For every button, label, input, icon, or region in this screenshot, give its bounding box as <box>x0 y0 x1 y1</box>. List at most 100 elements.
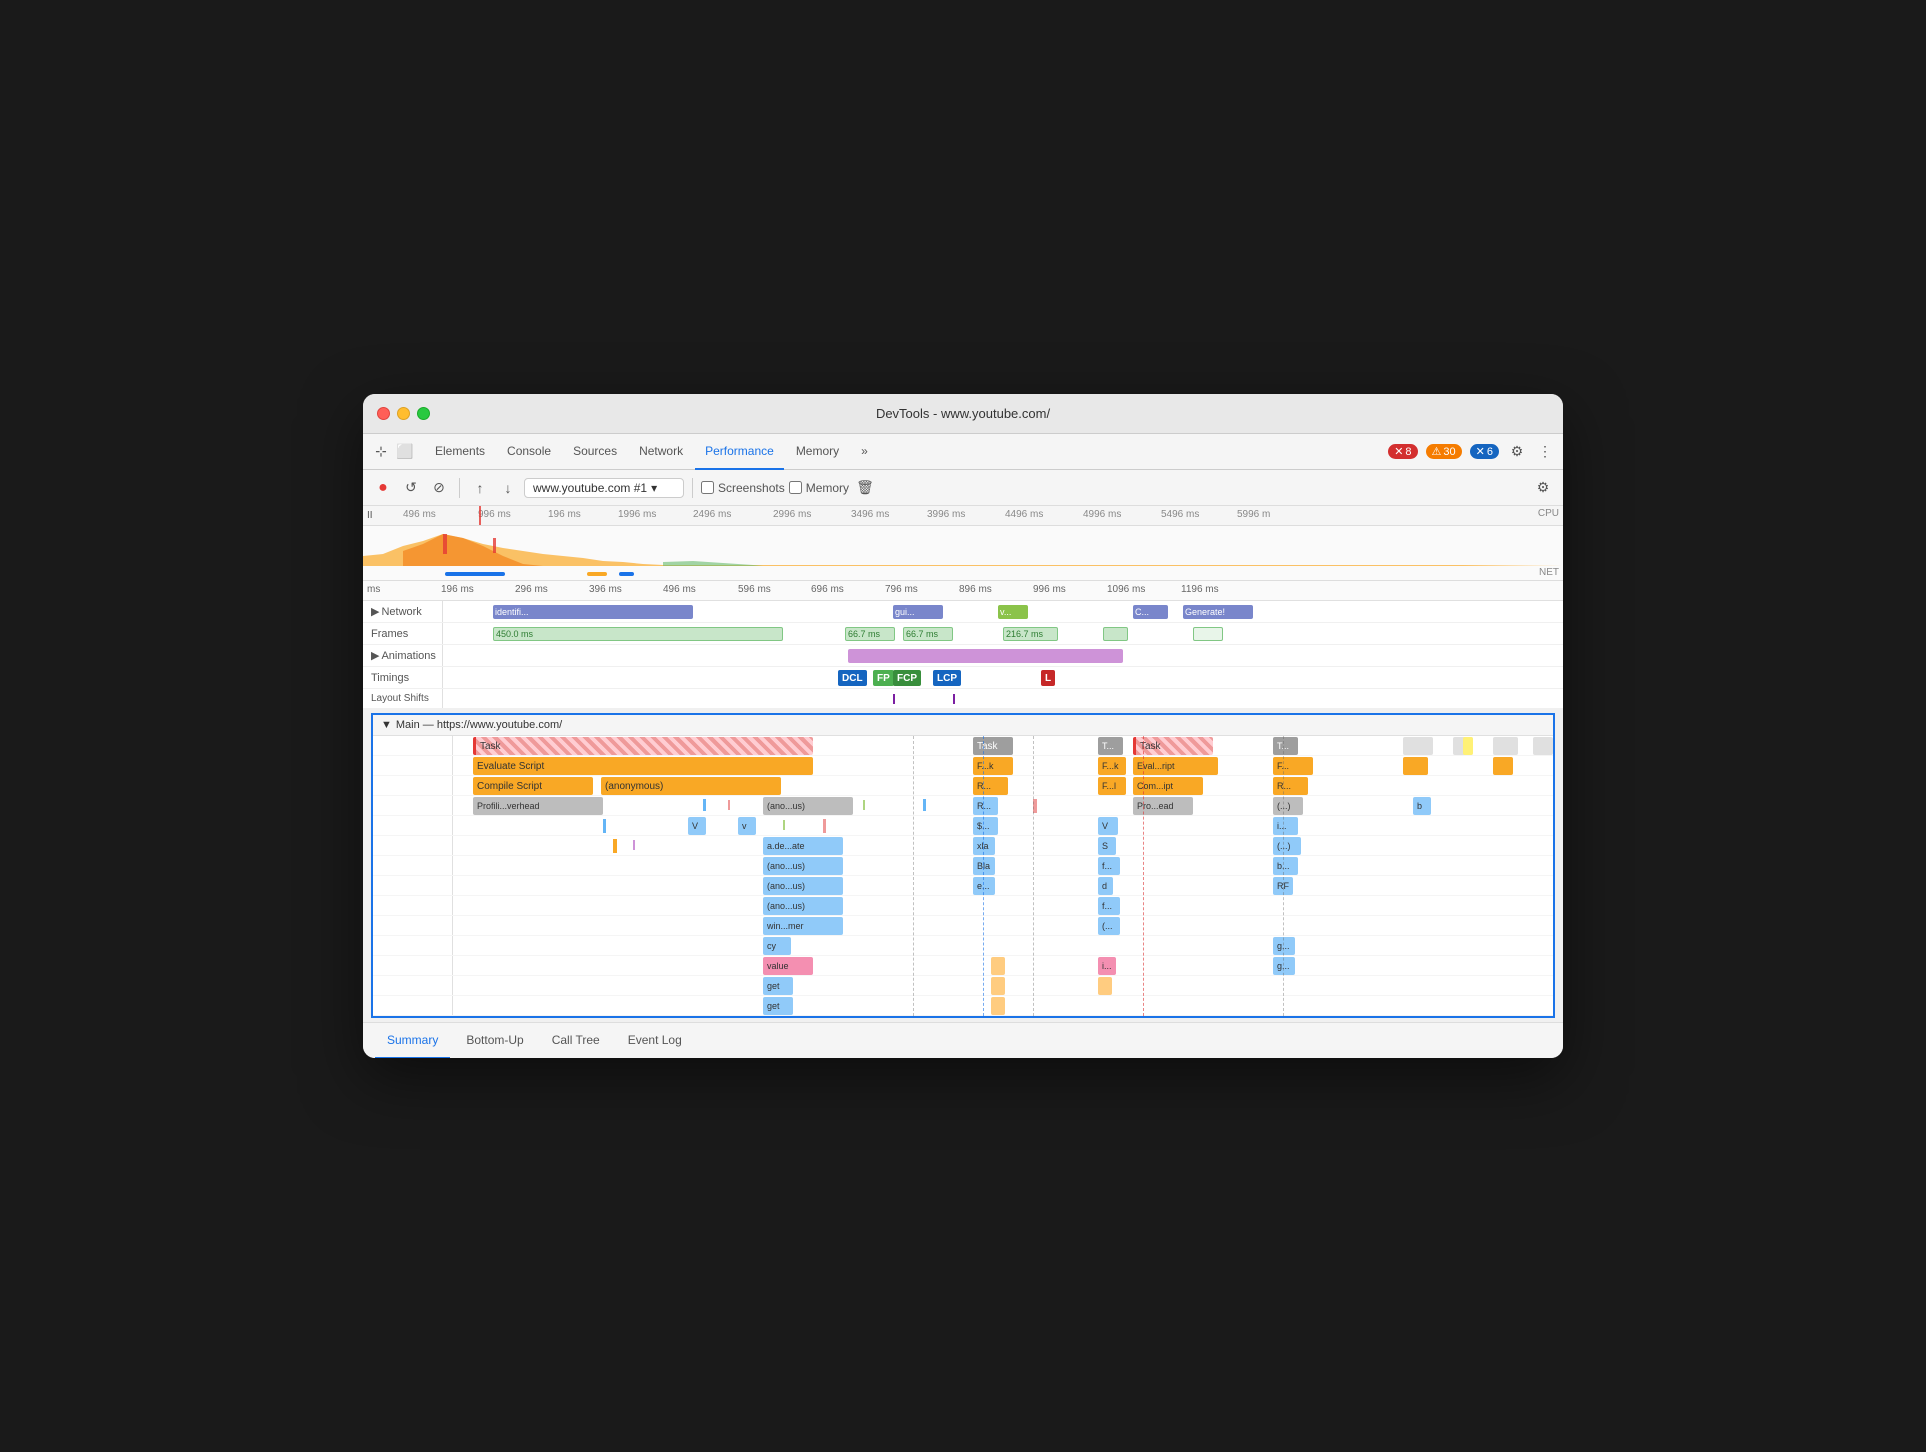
tab-more[interactable]: » <box>851 434 878 470</box>
orange-3[interactable] <box>1098 977 1112 995</box>
get-2[interactable]: get <box>763 997 793 1015</box>
screenshots-checkbox-label[interactable]: Screenshots <box>701 481 785 495</box>
inspect-icon[interactable]: ⊹ <box>371 442 391 462</box>
profiling-r[interactable]: R... <box>973 797 998 815</box>
tab-console[interactable]: Console <box>497 434 561 470</box>
memory-checkbox[interactable] <box>789 481 802 494</box>
openparen[interactable]: (... <box>1098 917 1120 935</box>
tab-event-log[interactable]: Event Log <box>616 1023 694 1059</box>
minimize-button[interactable] <box>397 407 410 420</box>
d-block[interactable]: d <box>1098 877 1113 895</box>
task-2[interactable]: Task <box>973 737 1013 755</box>
net-bar-v[interactable]: v... <box>998 605 1028 619</box>
value[interactable]: value <box>763 957 813 975</box>
anous-1[interactable]: (ano...us) <box>763 797 853 815</box>
anous-4[interactable]: (ano...us) <box>763 897 843 915</box>
tab-bottom-up[interactable]: Bottom-Up <box>454 1023 535 1059</box>
task-T2[interactable]: T... <box>1273 737 1298 755</box>
orange-2[interactable] <box>991 977 1005 995</box>
compile-r[interactable]: R... <box>973 777 1008 795</box>
compile-fl[interactable]: F...l <box>1098 777 1126 795</box>
v-cap-2[interactable]: V <box>1098 817 1118 835</box>
warning-badge[interactable]: ⚠ 30 <box>1426 444 1462 459</box>
timing-l[interactable]: L <box>1041 670 1055 686</box>
eval-f[interactable]: F... <box>1273 757 1313 775</box>
i-dot-2[interactable]: i... <box>1098 957 1116 975</box>
timing-fp[interactable]: FP <box>873 670 894 686</box>
compile-ipt[interactable]: Com...ipt <box>1133 777 1203 795</box>
reload-record-button[interactable]: ↺ <box>399 476 423 500</box>
net-bar-c[interactable]: C... <box>1133 605 1168 619</box>
timing-dcl[interactable]: DCL <box>838 670 867 686</box>
v-cap[interactable]: V <box>688 817 706 835</box>
orange-1[interactable] <box>991 957 1005 975</box>
xla[interactable]: xla <box>973 837 995 855</box>
record-button[interactable]: ● <box>371 476 395 500</box>
tab-sources[interactable]: Sources <box>563 434 627 470</box>
dollar[interactable]: $... <box>973 817 998 835</box>
memory-checkbox-label[interactable]: Memory <box>789 481 849 495</box>
eval-small-1[interactable] <box>1403 757 1428 775</box>
error-badge[interactable]: ✕ 8 <box>1388 444 1417 459</box>
adeate[interactable]: a.de...ate <box>763 837 843 855</box>
download-button[interactable]: ↓ <box>496 476 520 500</box>
paren[interactable]: (...) <box>1273 837 1301 855</box>
trash-icon[interactable]: 🗑 <box>853 476 877 500</box>
timing-fcp[interactable]: FCP <box>893 670 921 686</box>
i-dot[interactable]: i... <box>1273 817 1298 835</box>
frame-216-7ms[interactable]: 216.7 ms <box>1003 627 1058 641</box>
frame-empty-2[interactable] <box>1193 627 1223 641</box>
tab-summary[interactable]: Summary <box>375 1023 450 1059</box>
s-block[interactable]: S <box>1098 837 1116 855</box>
task-1[interactable]: Task <box>473 737 813 755</box>
orange-4[interactable] <box>991 997 1005 1015</box>
animation-bar[interactable] <box>848 649 1123 663</box>
more-icon[interactable]: ⋮ <box>1535 442 1555 462</box>
net-bar-gui[interactable]: gui... <box>893 605 943 619</box>
info-badge[interactable]: ✕ 6 <box>1470 444 1499 459</box>
frame-66-7ms-2[interactable]: 66.7 ms <box>903 627 953 641</box>
b-dot[interactable]: b... <box>1273 857 1298 875</box>
profiling-b[interactable]: b <box>1413 797 1431 815</box>
compile-script[interactable]: Compile Script <box>473 777 593 795</box>
get-1[interactable]: get <box>763 977 793 995</box>
url-dropdown[interactable]: www.youtube.com #1 ▾ <box>524 478 684 498</box>
eval-script-1[interactable]: Evaluate Script <box>473 757 813 775</box>
net-bar-generate[interactable]: Generate! <box>1183 605 1253 619</box>
tab-network[interactable]: Network <box>629 434 693 470</box>
settings-icon[interactable]: ⚙ <box>1507 442 1527 462</box>
winmer[interactable]: win...mer <box>763 917 843 935</box>
tab-elements[interactable]: Elements <box>425 434 495 470</box>
anous-2[interactable]: (ano...us) <box>763 857 843 875</box>
profiling-paren[interactable]: (...) <box>1273 797 1303 815</box>
g-dot-2[interactable]: g... <box>1273 957 1295 975</box>
timing-lcp[interactable]: LCP <box>933 670 961 686</box>
bla[interactable]: Bla <box>973 857 995 875</box>
clear-button[interactable]: ⊘ <box>427 476 451 500</box>
tab-memory[interactable]: Memory <box>786 434 849 470</box>
tab-call-tree[interactable]: Call Tree <box>540 1023 612 1059</box>
g-dot-1[interactable]: g... <box>1273 937 1295 955</box>
f-dot[interactable]: f... <box>1098 857 1120 875</box>
cy[interactable]: cy <box>763 937 791 955</box>
screenshots-checkbox[interactable] <box>701 481 714 494</box>
settings-toolbar-icon[interactable]: ⚙ <box>1531 476 1555 500</box>
f-dot-2[interactable]: f... <box>1098 897 1120 915</box>
tab-performance[interactable]: Performance <box>695 434 784 470</box>
compile-r2[interactable]: R... <box>1273 777 1308 795</box>
eval-script-2[interactable]: Eval...ript <box>1133 757 1218 775</box>
frame-450ms[interactable]: 450.0 ms <box>493 627 783 641</box>
frame-66-7ms-1[interactable]: 66.7 ms <box>845 627 895 641</box>
main-collapse-icon[interactable]: ▼ <box>381 719 392 731</box>
task-8[interactable] <box>1463 737 1473 755</box>
network-track-arrow[interactable]: ▶ <box>371 605 379 618</box>
task-3[interactable]: Task <box>1133 737 1213 755</box>
task-4[interactable] <box>1403 737 1433 755</box>
profiling-1[interactable]: Profili...verhead <box>473 797 603 815</box>
close-button[interactable] <box>377 407 390 420</box>
anonymous-1[interactable]: (anonymous) <box>601 777 781 795</box>
anous-3[interactable]: (ano...us) <box>763 877 843 895</box>
device-icon[interactable]: ⬜ <box>395 442 415 462</box>
task-7[interactable] <box>1533 737 1553 755</box>
frame-empty[interactable] <box>1103 627 1128 641</box>
